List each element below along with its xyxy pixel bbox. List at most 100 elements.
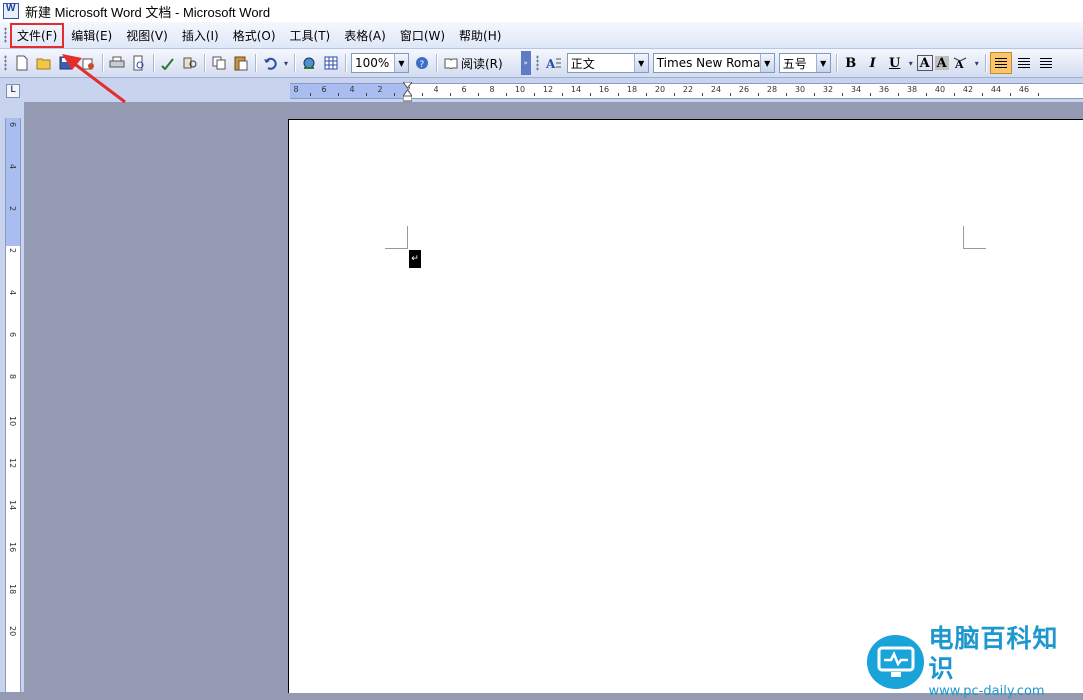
svg-text:?: ? (420, 60, 425, 70)
align-center-icon (1017, 58, 1030, 68)
font-size-value: 五号 (782, 56, 807, 71)
print-preview-icon[interactable] (129, 53, 149, 73)
read-mode-button[interactable]: 阅读(R) (440, 55, 507, 72)
ruler-tick (870, 93, 871, 96)
menu-help[interactable]: 帮助(H) (453, 25, 507, 46)
ruler-label: 2 (377, 85, 383, 94)
text-cursor[interactable]: ↵ (409, 250, 421, 268)
margin-corner-top-right (963, 226, 986, 249)
save-icon[interactable] (56, 53, 76, 73)
chevron-down-icon[interactable]: ▼ (815, 54, 830, 72)
menu-file[interactable]: 文件(F) (9, 22, 65, 48)
underline-button[interactable]: U (885, 53, 905, 73)
ruler-tick (366, 93, 367, 96)
styles-formatting-icon[interactable]: A (544, 53, 564, 73)
ruler-tick (450, 93, 451, 96)
ruler-label: 18 (8, 584, 17, 595)
scaling-dropdown-icon[interactable]: ▾ (973, 53, 981, 73)
ruler-label: 14 (8, 500, 17, 511)
monitor-logo-icon (867, 635, 925, 689)
toolbar-separator (153, 54, 154, 72)
char-border-button[interactable]: A (916, 55, 933, 71)
char-scaling-icon[interactable]: A (951, 53, 971, 73)
bold-button[interactable]: B (841, 53, 861, 73)
ruler-label: 22 (682, 85, 694, 94)
ruler-label: 16 (598, 85, 610, 94)
paste-icon[interactable] (231, 53, 251, 73)
font-size-select[interactable]: 五号 ▼ (778, 53, 831, 73)
ruler-label: 6 (8, 122, 17, 128)
underline-dropdown-icon[interactable]: ▾ (907, 53, 915, 73)
open-folder-icon[interactable] (34, 53, 54, 73)
ruler-label: 6 (8, 332, 17, 338)
chevron-down-icon[interactable]: ▼ (633, 54, 648, 72)
align-right-button[interactable] (1036, 53, 1056, 73)
italic-button[interactable]: I (863, 53, 883, 73)
tab-selector[interactable]: L (6, 84, 20, 98)
indent-marker-icon[interactable] (403, 82, 412, 102)
print-icon[interactable] (107, 53, 127, 73)
char-shading-button[interactable]: A (934, 56, 949, 71)
vertical-ruler[interactable]: 6 4 2 2 4 6 8 10 12 14 16 18 20 (5, 118, 21, 692)
zoom-select[interactable]: 100% ▼ (351, 53, 409, 73)
permission-icon[interactable] (78, 53, 98, 73)
toolbar-separator (102, 54, 103, 72)
ruler-tick (842, 93, 843, 96)
top-margin-area (6, 118, 20, 246)
menubar-grip[interactable] (4, 27, 7, 43)
ruler-tick (562, 93, 563, 96)
align-center-button[interactable] (1014, 53, 1034, 73)
chevron-down-icon[interactable]: ▼ (759, 54, 774, 72)
hyperlink-icon[interactable] (299, 53, 319, 73)
ruler-tick (1038, 93, 1039, 96)
ruler-label: 8 (293, 85, 299, 94)
toolbar-grip[interactable] (4, 55, 7, 71)
ruler-tick (674, 93, 675, 96)
toolbar-separator (255, 54, 256, 72)
insert-table-icon[interactable] (321, 53, 341, 73)
watermark-logo: 电脑百科知识 www.pc-daily.com (863, 624, 1083, 699)
ruler-label: 34 (850, 85, 862, 94)
menu-insert[interactable]: 插入(I) (176, 25, 225, 46)
ruler-tick (506, 93, 507, 96)
align-right-icon (1039, 58, 1052, 68)
toolbar-separator (436, 54, 437, 72)
help-icon[interactable]: ? (412, 53, 432, 73)
toolbar-options-icon[interactable]: » (520, 51, 531, 75)
chevron-down-icon[interactable]: ▼ (394, 54, 408, 72)
ruler-tick (730, 93, 731, 96)
toolbar: ▾ 100% ▼ ? 阅读(R) » A 正文 ▼ Times New Roma… (0, 49, 1083, 78)
toolbar-grip[interactable] (535, 55, 539, 71)
menu-window[interactable]: 窗口(W) (394, 25, 451, 46)
ruler-label: 20 (8, 626, 17, 637)
document-page[interactable] (288, 119, 1083, 693)
font-select[interactable]: Times New Roman ▼ (652, 53, 775, 73)
ruler-tick (590, 93, 591, 96)
new-document-icon[interactable] (12, 53, 32, 73)
ruler-tick (534, 93, 535, 96)
style-select[interactable]: 正文 ▼ (566, 53, 649, 73)
style-value: 正文 (570, 56, 595, 71)
ruler-label: 20 (654, 85, 666, 94)
word-app-icon[interactable] (3, 3, 19, 19)
undo-icon[interactable] (260, 53, 280, 73)
ruler-label: 42 (962, 85, 974, 94)
spelling-icon[interactable] (158, 53, 178, 73)
ruler-label: 4 (433, 85, 439, 94)
menu-table[interactable]: 表格(A) (338, 25, 392, 46)
ruler-label: 16 (8, 542, 17, 553)
ruler-label: 38 (906, 85, 918, 94)
ruler-label: 44 (990, 85, 1002, 94)
menu-format[interactable]: 格式(O) (227, 25, 282, 46)
menu-edit[interactable]: 编辑(E) (65, 25, 118, 46)
undo-dropdown-icon[interactable]: ▾ (282, 53, 290, 73)
book-icon (444, 58, 458, 69)
ruler-label: 40 (934, 85, 946, 94)
menu-view[interactable]: 视图(V) (120, 25, 174, 46)
research-icon[interactable] (180, 53, 200, 73)
copy-icon[interactable] (209, 53, 229, 73)
ruler-label: 30 (794, 85, 806, 94)
menu-tools[interactable]: 工具(T) (284, 25, 337, 46)
align-justify-button[interactable] (989, 52, 1012, 74)
ruler-label: 4 (8, 290, 17, 296)
